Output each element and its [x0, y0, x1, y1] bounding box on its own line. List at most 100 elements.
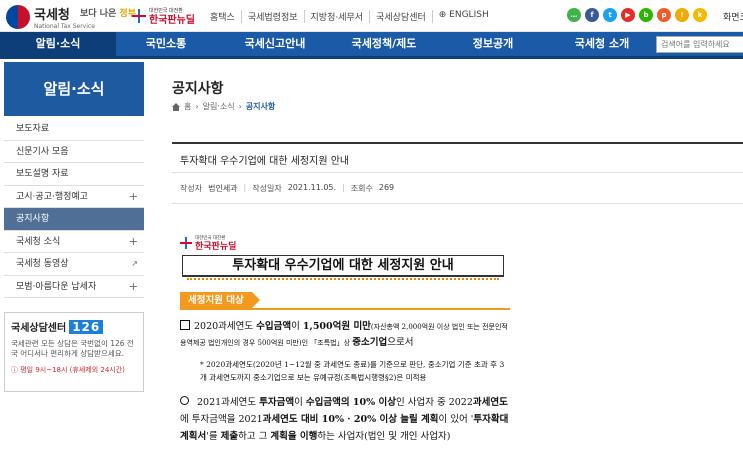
- facebook-icon[interactable]: f: [585, 8, 599, 22]
- page-title: 공지사항: [172, 81, 224, 97]
- sidebar-item-press-explanation[interactable]: 보도설명 자료: [4, 163, 144, 186]
- social-links: … f t ▶ b p! k: [567, 8, 707, 22]
- author-value: 법인세과: [208, 184, 238, 193]
- post-meta: 작성자 법인세과 | 작성일자 2021.11.05. | 조회수 269: [180, 183, 394, 194]
- circle-bullet-icon: [180, 396, 189, 405]
- divider: [172, 203, 743, 204]
- author-label: 작성자: [180, 184, 203, 193]
- doc-criterion-2: 2021과세연도 투자금액이 수입금액의 10% 이상인 사업자 중 2022과…: [180, 394, 512, 445]
- meta-separator: |: [243, 183, 247, 192]
- post-icon[interactable]: p: [657, 8, 671, 22]
- doc-section-badge: 세정지원 대상: [180, 292, 260, 309]
- checkbox-bullet-icon: [180, 320, 190, 330]
- nav-news[interactable]: 알림·소식: [0, 32, 116, 56]
- doc-text-bold: 제출: [220, 431, 239, 442]
- doc-text-bold: 수입금액: [256, 321, 292, 332]
- doc-text: 에 투자금액을 2021: [180, 414, 263, 425]
- search-input[interactable]: [656, 36, 743, 53]
- sidebar-item-videos[interactable]: 국세청 동영상 ↗: [4, 253, 144, 276]
- doc-text: 2020과세연도: [194, 321, 257, 332]
- crumb-news[interactable]: 알림·소식: [203, 101, 235, 112]
- home-icon[interactable]: [172, 102, 180, 111]
- sidebar-item-news-articles[interactable]: 신문기사 모음: [4, 140, 144, 163]
- doc-text-bold: 과세연도: [472, 397, 508, 408]
- sidebar-title: 알림·소식: [4, 62, 144, 116]
- sidebar-item-press-release[interactable]: 보도자료: [4, 118, 144, 141]
- sidebar-item-label: 국세청 동영상: [16, 259, 69, 269]
- crumb-separator: ›: [195, 102, 199, 111]
- sidebar-menu: 보도자료 신문기사 모음 보도설명 자료 고시·공고·행정예고 + 공지사항 국세…: [4, 118, 144, 298]
- top-links: 홈택스 국세법령정보 지방청·세무서 국세상담센터 ⊕ ENGLISH: [210, 10, 495, 23]
- meta-separator: |: [342, 183, 345, 192]
- call-number: 126: [69, 319, 104, 334]
- link-consulting-center[interactable]: 국세상담센터: [369, 10, 432, 23]
- doc-heading: 투자확대 우수기업에 대한 세정지원 안내: [182, 255, 504, 280]
- link-english[interactable]: ⊕ ENGLISH: [431, 10, 495, 23]
- doc-text-bold: 수입금액의 10% 이상: [305, 397, 396, 408]
- divider: [172, 142, 743, 144]
- sidebar-item-label: 보도자료: [16, 124, 50, 134]
- new-deal-text: 한국판뉴딜: [149, 15, 195, 26]
- doc-text-bold: 과세연도 대비 10% · 20% 이상 늘릴 계획: [262, 414, 439, 425]
- doc-text: 으로서: [387, 337, 414, 348]
- youtube-icon[interactable]: ▶: [621, 8, 635, 22]
- top-bar: 국세청 National Tax Service 보다 나은 정부 대한민국 대…: [0, 0, 743, 32]
- doc-text: 2021과세연도: [197, 397, 260, 408]
- sidebar-item-notices[interactable]: 공지사항: [4, 208, 144, 231]
- sidebar-item-label: 국세청 소식: [16, 236, 61, 247]
- screen-zoom-link[interactable]: 화면크: [723, 10, 743, 23]
- logo-text: 국세청: [34, 8, 70, 23]
- doc-text: 이: [291, 321, 303, 332]
- link-tax-law[interactable]: 국세법령정보: [240, 10, 304, 23]
- views-label: 조회수: [350, 184, 373, 193]
- crumb-home[interactable]: 홈: [184, 101, 191, 112]
- better-government-logo[interactable]: 보다 나은 정부: [80, 6, 136, 19]
- sidebar-item-label: 보도설명 자료: [16, 169, 69, 179]
- sidebar-item-nts-news[interactable]: 국세청 소식 +: [4, 230, 144, 253]
- views-value: 269: [378, 183, 395, 192]
- new-deal-mark-icon: [132, 9, 146, 23]
- nav-tax-filing[interactable]: 국세신고안내: [216, 32, 334, 56]
- doc-text-bold: 중소기업: [352, 337, 388, 348]
- date-label: 작성일자: [252, 184, 282, 193]
- consulting-center-box[interactable]: 국세상담센터 126 국세관련 모든 상담은 국번없이 126 전국 어디서나 편…: [4, 312, 144, 392]
- doc-text: 하고 그: [238, 431, 271, 442]
- doc-text: 인 사업자 중 2022: [395, 397, 473, 408]
- nav-communication[interactable]: 국민소통: [116, 32, 216, 56]
- sidebar-item-label: 모범·아름다운 납세자: [16, 281, 97, 292]
- divider: [172, 172, 743, 173]
- chat-icon[interactable]: …: [567, 8, 581, 22]
- brand2-text-a: 보다 나은: [80, 9, 120, 19]
- call-description: 국세관련 모든 상담은 국번없이 126 전국 어디서나 편리하게 상담받으세요…: [11, 339, 134, 358]
- nav-tax-policy[interactable]: 국세정책/제도: [334, 32, 434, 56]
- link-regional-offices[interactable]: 지방청·세무서: [303, 10, 370, 23]
- doc-text: '를: [206, 431, 221, 442]
- alarm-icon[interactable]: !: [675, 8, 689, 22]
- expand-plus-icon: +: [128, 234, 138, 248]
- main-nav: 알림·소식 국민소통 국세신고안내 국세정책/제도 정보공개 국세청 소개: [0, 32, 743, 59]
- new-deal-logo[interactable]: 대한민국 대전환 한국판뉴딜: [132, 6, 195, 26]
- doc-logo-text: 한국판뉴딜: [195, 242, 237, 252]
- sidebar-item-label: 고시·공고·행정예고: [16, 191, 88, 202]
- call-hours: ⓘ 평일 9시~18시 (휴세제외 24시간): [11, 366, 125, 374]
- external-link-icon: ↗: [131, 259, 138, 268]
- link-hometax[interactable]: 홈택스: [210, 10, 241, 23]
- notice-document-image: 대한민국 대전환 한국판뉴딜 투자확대 우수기업에 대한 세정지원 안내 세정지원…: [172, 228, 512, 458]
- blog-icon[interactable]: b: [639, 8, 653, 22]
- doc-section-line: [180, 308, 510, 310]
- nav-info-disclosure[interactable]: 정보공개: [434, 32, 552, 56]
- sidebar-item-label: 신문기사 모음: [16, 146, 69, 157]
- kakao-icon[interactable]: k: [693, 8, 707, 22]
- government-emblem-icon: [6, 5, 30, 29]
- post-title: 투자확대 우수기업에 대한 세정지원 안내: [180, 156, 350, 167]
- crumb-current: 공지사항: [245, 102, 276, 111]
- sidebar-item-model-taxpayers[interactable]: 모범·아름다운 납세자 +: [4, 275, 144, 298]
- doc-text-bold: 1,500억원 미만: [302, 321, 371, 332]
- twitter-icon[interactable]: t: [603, 8, 617, 22]
- doc-criterion-1: 2020과세연도 수입금액이 1,500억원 미만(자산총액 2,000억원 이…: [180, 319, 512, 351]
- nav-about[interactable]: 국세청 소개: [552, 32, 652, 56]
- sidebar-item-notices-announcements[interactable]: 고시·공고·행정예고 +: [4, 185, 144, 208]
- logo-subtext: National Tax Service: [34, 23, 95, 30]
- doc-text: 이: [294, 397, 306, 408]
- doc-text-bold: 계획을 이행: [270, 431, 318, 442]
